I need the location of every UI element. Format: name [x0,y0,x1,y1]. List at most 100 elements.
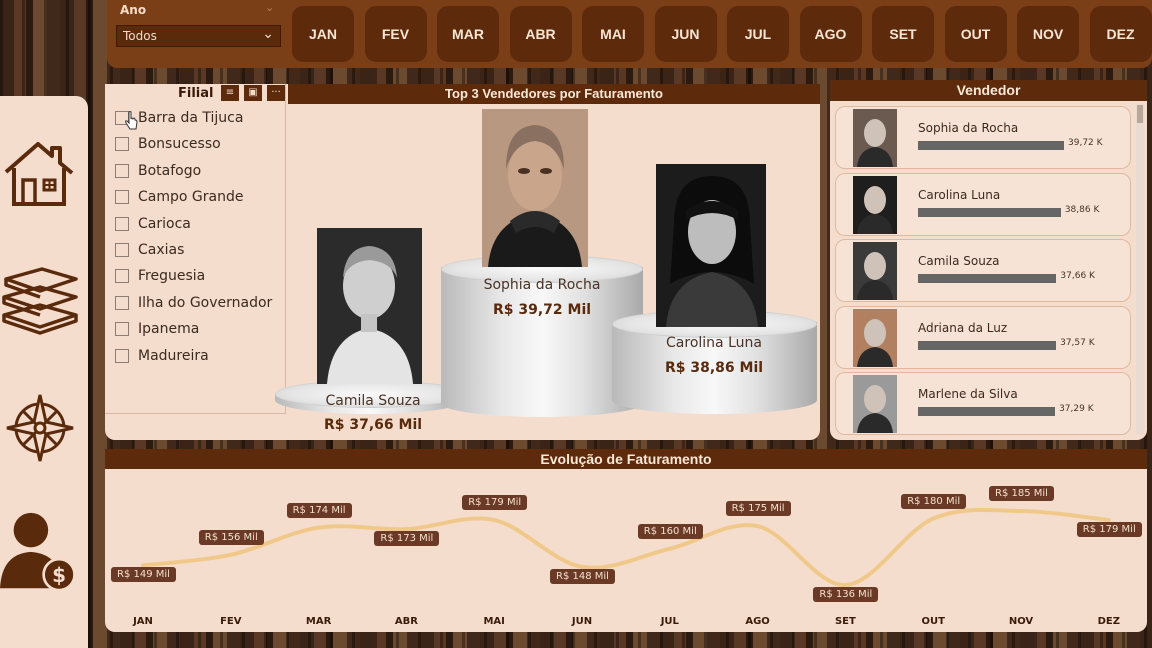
vendedor-value: 38,86 K [1064,204,1100,215]
month-button-jul[interactable]: JUL [727,6,789,62]
x-tick-label: JUN [571,616,592,627]
month-button-out[interactable]: OUT [944,6,1007,62]
vendedor-card[interactable]: Camila Souza 37,66 K [835,239,1131,302]
filter-icon[interactable]: ≡ [221,85,239,101]
filial-item[interactable]: Botafogo [115,158,201,184]
vendedor-bar [918,141,1064,150]
filial-item[interactable]: Campo Grande [115,184,243,210]
vendedor-value: 39,72 K [1068,138,1103,148]
x-tick-label: MAR [306,616,332,627]
month-button-jan[interactable]: JAN [292,6,354,62]
more-options-icon[interactable]: ··· [267,85,285,101]
home-icon[interactable] [0,136,80,211]
chevron-down-icon: ⌄ [262,26,274,42]
data-label: R$ 156 Mil [198,529,264,545]
checkbox[interactable] [115,163,129,178]
photo-third [317,228,422,384]
vendedor-name: Camila Souza [918,254,1000,268]
month-button-jun[interactable]: JUN [654,6,717,62]
series-line [142,507,1110,588]
user-money-icon[interactable]: $ [0,506,80,596]
data-point [228,552,233,557]
month-button-set[interactable]: SET [872,6,934,62]
data-point [492,518,497,523]
data-label: R$ 174 Mil [286,502,352,518]
month-button-fev[interactable]: FEV [364,6,427,62]
x-tick-label: MAI [483,616,504,627]
checkbox[interactable] [115,190,129,205]
x-tick-label: JUL [660,616,680,627]
compass-icon[interactable] [0,391,80,466]
data-label: R$ 136 Mil [813,587,879,602]
vendedor-bar [918,340,1057,350]
vendedor-name: Adriana da Luz [918,320,1008,335]
chevron-down-icon[interactable]: ⌄ [265,1,274,14]
month-button-nov[interactable]: NOV [1017,6,1079,62]
filial-label: Barra da Tijuca [138,110,244,126]
vendedor-value: 37,57 K [1060,337,1095,348]
filial-item[interactable]: Bonsucesso [115,131,221,157]
filial-label: Ilha do Governador [138,294,273,311]
checkbox[interactable] [115,243,129,257]
x-tick-label: SET [835,616,856,627]
vendedor-photo [853,109,897,167]
month-button-ago[interactable]: AGO [799,6,862,62]
month-button-abr[interactable]: ABR [509,6,572,62]
filial-label: Botafogo [138,162,202,179]
vendedor-photo [853,242,897,300]
checkbox[interactable] [115,137,129,152]
data-label: R$ 148 Mil [550,568,615,584]
evolucao-panel: Evolução de Faturamento JAN FEV MAR ABR MAI J… [105,449,1147,632]
focus-mode-icon[interactable]: ▣ [244,85,262,101]
first-name: Sophia da Rocha [483,277,601,293]
ano-dropdown[interactable]: Todos ⌄ [116,25,281,47]
second-name: Carolina Luna [666,335,762,351]
filial-item[interactable]: Carioca [115,211,191,237]
filial-item[interactable]: Ilha do Governador [115,290,272,316]
x-tick-label: OUT [921,616,945,627]
filial-item[interactable]: Freguesia [115,263,205,289]
data-label: R$ 173 Mil [374,531,440,547]
filial-label: Caxias [138,242,185,258]
month-button-mai[interactable]: MAI [582,6,644,62]
filial-label: Ipanema [138,321,200,338]
month-button-dez[interactable]: DEZ [1089,6,1152,62]
vendedor-value: 37,66 K [1060,271,1095,281]
vendedor-card[interactable]: Marlene da Silva 37,29 K [835,372,1131,435]
vendedor-bar [918,207,1061,217]
vendedor-bar [918,407,1056,416]
x-tick-label: JAN [132,616,153,627]
filial-item[interactable]: Madureira [115,343,209,369]
filial-item[interactable]: Caxias [115,237,184,263]
data-label: R$ 160 Mil [637,523,703,539]
ano-selected-value: Todos [123,29,157,43]
month-button-mar[interactable]: MAR [437,6,499,62]
vendedor-card[interactable]: Adriana da Luz 37,57 K [835,305,1131,369]
vendedor-card[interactable]: Carolina Luna 38,86 K [835,172,1131,236]
filial-item[interactable]: Ipanema [115,316,199,342]
vendedor-bar [918,274,1057,283]
scrollbar-thumb[interactable] [1137,105,1143,123]
hand-cursor-icon [125,111,138,130]
filial-title: Filial [178,86,214,101]
filial-label: Freguesia [138,268,206,285]
filial-label: Madureira [138,347,209,364]
data-label: R$ 175 Mil [725,501,791,517]
checkbox[interactable] [115,269,129,284]
vendedor-photo [853,175,897,234]
checkbox[interactable] [115,295,129,310]
checkbox[interactable] [115,322,129,337]
data-label: R$ 179 Mil [1076,522,1142,538]
checkbox[interactable] [115,348,129,363]
vendedor-scrollbar[interactable] [1136,104,1144,434]
checkbox[interactable] [115,216,129,231]
ano-label: Ano [120,3,147,17]
vendedor-photo [853,375,897,433]
filial-label: Bonsucesso [138,136,221,153]
top3-title: Top 3 Vendedores por Faturamento [288,84,820,104]
vendedor-card[interactable]: Sophia da Rocha 39,72 K [835,106,1131,169]
books-icon[interactable] [0,261,80,336]
vendedor-name: Marlene da Silva [918,387,1018,401]
vendedor-photo [853,308,897,367]
photo-second [656,164,766,327]
